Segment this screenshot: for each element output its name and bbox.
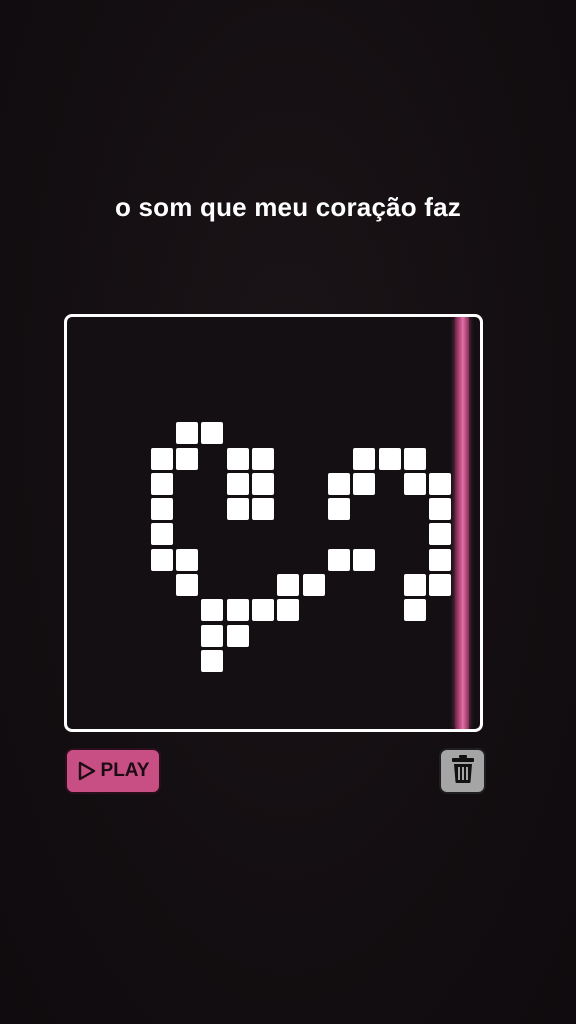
sequencer-grid[interactable] [64, 314, 483, 732]
grid-cell-active[interactable] [277, 574, 300, 596]
grid-cell-active[interactable] [277, 599, 300, 622]
grid-cell-active[interactable] [150, 523, 173, 546]
grid-cell-active[interactable] [150, 548, 173, 571]
grid-cell-active[interactable] [201, 649, 224, 672]
grid-cell-active[interactable] [252, 472, 274, 495]
grid-cell-active[interactable] [302, 574, 325, 596]
grid-cell-active[interactable] [403, 472, 426, 495]
grid-cell-active[interactable] [429, 574, 452, 596]
grid-cell-active[interactable] [226, 447, 249, 470]
grid-cell-active[interactable] [429, 548, 452, 571]
grid-cell-active[interactable] [252, 447, 274, 470]
grid-cell-active[interactable] [150, 472, 173, 495]
grid-cell-active[interactable] [403, 574, 426, 596]
page-title: o som que meu coração faz [115, 192, 461, 222]
trash-icon [450, 754, 476, 789]
play-outline-icon [77, 761, 97, 781]
grid-cell-active[interactable] [353, 548, 376, 571]
grid-cell-active[interactable] [403, 447, 426, 470]
grid-cell-active[interactable] [353, 472, 376, 495]
grid-cell-active[interactable] [429, 523, 452, 546]
playhead [455, 317, 469, 729]
grid-cell-active[interactable] [201, 599, 224, 622]
grid-cell-active[interactable] [150, 498, 173, 521]
grid-cell-active[interactable] [327, 472, 350, 495]
play-button[interactable]: PLAY [65, 748, 161, 794]
grid-cell-active[interactable] [226, 498, 249, 521]
grid-cell-active[interactable] [252, 498, 274, 521]
grid-cell-active[interactable] [176, 548, 199, 571]
grid-cell-active[interactable] [252, 599, 274, 622]
grid-cell-active[interactable] [226, 472, 249, 495]
grid-cell-active[interactable] [226, 599, 249, 622]
grid-cell-active[interactable] [176, 422, 199, 445]
grid-cell-active[interactable] [176, 447, 199, 470]
grid-cell-active[interactable] [226, 624, 249, 647]
grid-cell-active[interactable] [429, 498, 452, 521]
grid-cell-active[interactable] [201, 422, 224, 445]
grid-cell-active[interactable] [150, 447, 173, 470]
grid-cell-active[interactable] [327, 498, 350, 521]
grid-cell-active[interactable] [327, 548, 350, 571]
grid-cell-active[interactable] [201, 624, 224, 647]
grid-cell-active[interactable] [403, 599, 426, 622]
play-label: PLAY [100, 760, 150, 781]
grid-cell-active[interactable] [429, 472, 452, 495]
grid-cell-active[interactable] [353, 447, 376, 470]
delete-button[interactable] [439, 748, 486, 794]
grid-cell-active[interactable] [176, 574, 199, 596]
grid-cell-active[interactable] [378, 447, 401, 470]
